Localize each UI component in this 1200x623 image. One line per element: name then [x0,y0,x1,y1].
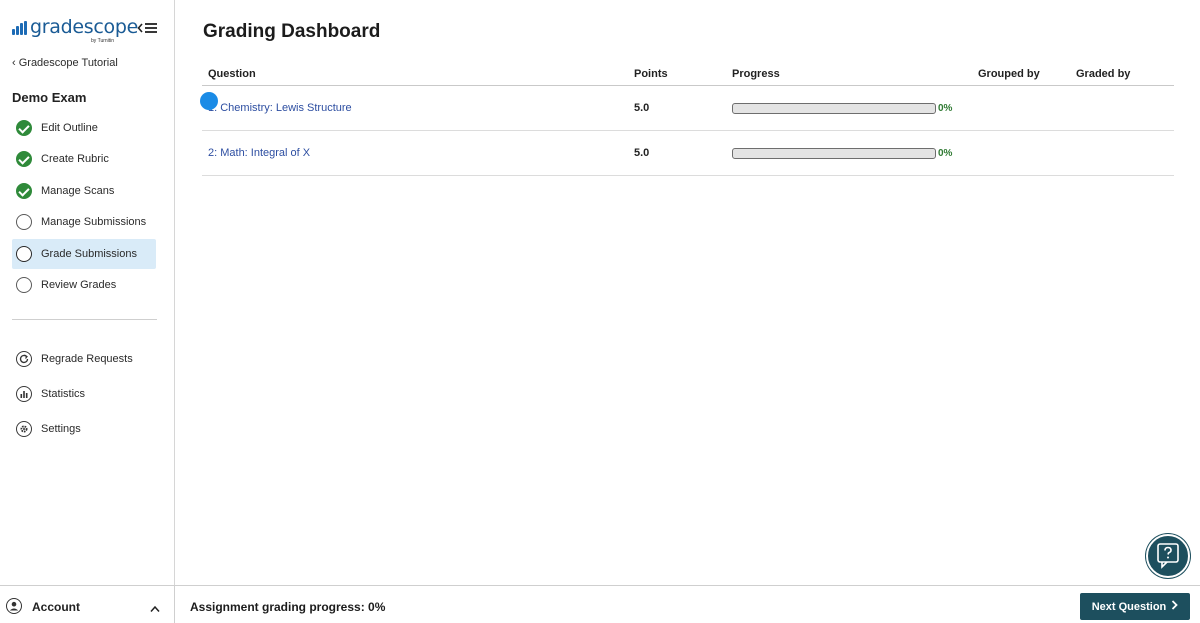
sidebar-item-edit-outline[interactable]: Edit Outline [12,113,156,143]
question-progress-percent: 0% [938,148,953,159]
column-header-progress: Progress [732,68,780,80]
collapse-menu-icon [137,23,157,33]
column-header-points: Points [634,68,668,80]
page-title: Grading Dashboard [203,21,381,42]
brand-subtitle: by Turnitin [91,38,115,44]
footer-bar: Account Assignment grading progress: 0% … [0,585,1200,623]
questions-table: Question Points Progress Grouped by Grad… [202,62,1174,176]
question-points: 5.0 [634,147,650,159]
main-content: Grading Dashboard Question Points Progre… [175,0,1200,585]
statistics-icon [16,386,32,402]
question-progress-percent: 0% [938,103,953,114]
course-title: Demo Exam [12,90,87,105]
question-points: 5.0 [634,102,650,114]
next-question-label: Next Question [1091,600,1167,613]
table-row: 2: Math: Integral of X 5.0 0% [202,131,1174,176]
sidebar-item-settings[interactable]: Settings [12,414,156,444]
sidebar-item-grade-submissions[interactable]: Grade Submissions [12,239,156,269]
column-header-grouped-by: Grouped by [978,68,1040,80]
gear-icon [16,421,32,437]
sidebar-item-create-rubric[interactable]: Create Rubric [12,144,156,174]
help-button[interactable] [1146,534,1190,578]
sidebar-item-label: Statistics [41,388,86,400]
empty-circle-icon [16,214,32,230]
sidebar-item-label: Regrade Requests [41,353,133,365]
column-header-question: Question [208,68,256,80]
app-window: gradescope by Turnitin ‹ Gradescope Tuto… [0,0,1200,623]
table-header: Question Points Progress Grouped by Grad… [202,62,1174,86]
sidebar-item-label: Review Grades [41,279,117,291]
sidebar-item-label: Settings [41,423,81,435]
user-icon [6,598,22,614]
question-progress-bar [732,148,936,159]
collapse-sidebar-button[interactable] [137,20,159,36]
sidebar-item-manage-submissions[interactable]: Manage Submissions [12,207,156,237]
empty-circle-icon [16,277,32,293]
brand-name: gradescope [30,16,138,38]
sidebar-item-statistics[interactable]: Statistics [12,379,156,409]
sidebar-item-label: Manage Submissions [41,216,147,228]
help-question-icon [1157,543,1179,569]
check-circle-icon [16,151,32,167]
check-circle-icon [16,183,32,199]
assignment-progress-summary: Assignment grading progress: 0% [190,600,386,614]
check-circle-icon [16,120,32,136]
chevron-right-icon [1171,600,1179,613]
sidebar-item-label: Manage Scans [41,185,115,197]
empty-circle-icon [16,246,32,262]
sidebar: gradescope by Turnitin ‹ Gradescope Tuto… [0,0,175,585]
question-link[interactable]: 2: Math: Integral of X [208,147,310,159]
table-row: 1: Chemistry: Lewis Structure 5.0 0% [202,86,1174,131]
chevron-up-icon [150,600,160,618]
account-menu-button[interactable]: Account [0,586,175,623]
column-header-graded-by: Graded by [1076,68,1131,80]
question-link[interactable]: 1: Chemistry: Lewis Structure [208,102,352,114]
sidebar-item-label: Edit Outline [41,122,98,134]
sidebar-item-regrade-requests[interactable]: Regrade Requests [12,344,156,374]
sidebar-item-review-grades[interactable]: Review Grades [12,270,156,300]
account-label: Account [32,600,80,614]
sidebar-item-label: Create Rubric [41,153,109,165]
sidebar-item-manage-scans[interactable]: Manage Scans [12,176,156,206]
next-question-button[interactable]: Next Question [1080,593,1190,620]
question-progress-bar [732,103,936,114]
back-to-course-link[interactable]: ‹ Gradescope Tutorial [12,57,118,69]
logo-bars-icon [12,21,28,35]
sidebar-item-label: Grade Submissions [41,248,137,260]
regrade-icon [16,351,32,367]
cursor-indicator [200,92,218,110]
sidebar-divider [12,319,157,320]
